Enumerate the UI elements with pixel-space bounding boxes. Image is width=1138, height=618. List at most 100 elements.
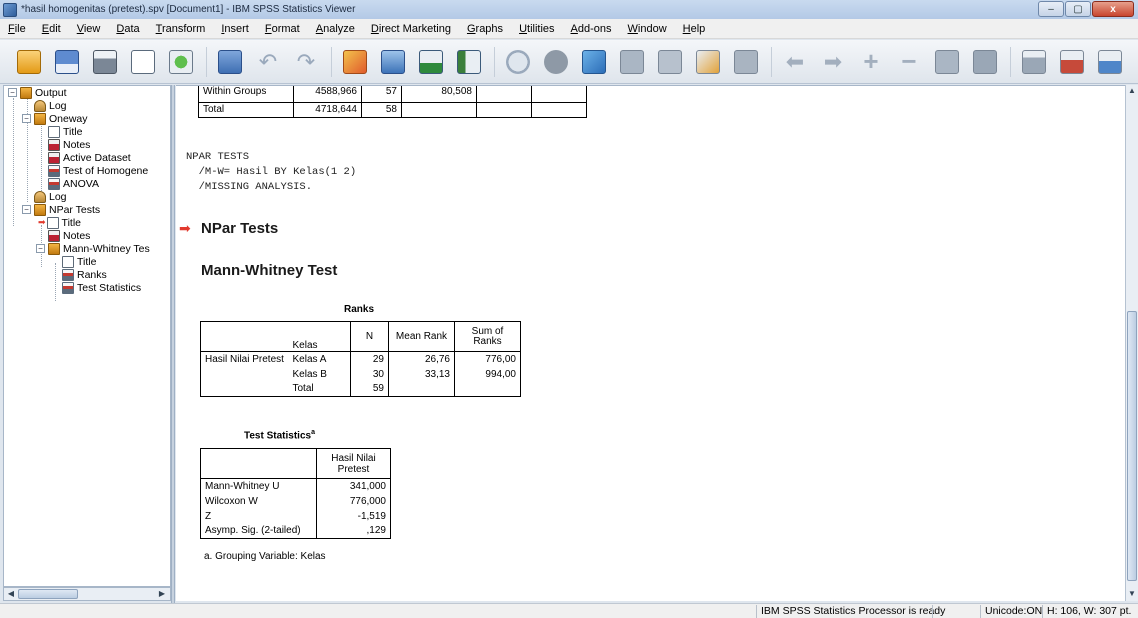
menu-format[interactable]: Format: [257, 23, 308, 35]
tree-item-output[interactable]: − Output: [8, 86, 67, 99]
menu-graphs[interactable]: Graphs: [459, 23, 511, 35]
dimensions-status: H: 106, W: 307 pt.: [1042, 605, 1138, 618]
insert-title-button[interactable]: [1057, 47, 1087, 77]
menu-help[interactable]: Help: [675, 23, 714, 35]
toolbar-separator: [331, 46, 332, 77]
filter-icon: [582, 49, 606, 74]
output-vertical-scrollbar[interactable]: ▲ ▼: [1125, 85, 1138, 601]
pie-button[interactable]: [541, 47, 571, 77]
redo-button[interactable]: ↷: [291, 47, 321, 77]
menu-utilities[interactable]: Utilities: [511, 23, 562, 35]
show-button[interactable]: [932, 47, 962, 77]
undo-icon: ↶: [258, 48, 278, 74]
insert-text-button[interactable]: [1095, 47, 1125, 77]
tree-item-ranks[interactable]: Ranks: [62, 268, 107, 281]
table-row: Mann-Whitney U 341,000: [200, 478, 391, 494]
table-header-row: Kelas N Mean Rank Sum of Ranks: [200, 321, 521, 352]
tree-item-test-statistics[interactable]: Test Statistics: [62, 281, 141, 294]
hide-button[interactable]: [970, 47, 1000, 77]
menu-analyze[interactable]: Analyze: [308, 23, 363, 35]
export-button[interactable]: [166, 47, 196, 77]
variables-button[interactable]: [454, 47, 484, 77]
insert-heading-button[interactable]: [1019, 47, 1049, 77]
tree-item-anova[interactable]: ANOVA: [48, 177, 99, 190]
ranks-table[interactable]: Kelas N Mean Rank Sum of Ranks Hasil Nil…: [200, 321, 521, 397]
menu-edit[interactable]: Edit: [34, 23, 69, 35]
designate-window-button[interactable]: [617, 47, 647, 77]
print-preview-button[interactable]: [128, 47, 158, 77]
forward-button[interactable]: ➡: [818, 47, 848, 77]
save-button[interactable]: [52, 47, 82, 77]
menu-direct-marketing[interactable]: Direct Marketing: [363, 23, 459, 35]
hide-icon: [973, 49, 997, 74]
menu-file[interactable]: File: [0, 23, 34, 35]
collapse-toggle[interactable]: −: [22, 114, 31, 123]
filter-button[interactable]: [579, 47, 609, 77]
test-statistics-table[interactable]: Hasil Nilai Pretest Mann-Whitney U 341,0…: [200, 448, 391, 539]
open-button[interactable]: [14, 47, 44, 77]
collapse-toggle[interactable]: −: [22, 205, 31, 214]
pane-splitter[interactable]: [171, 85, 175, 603]
tree-item-title[interactable]: Title: [62, 255, 96, 268]
tree-item-notes[interactable]: Notes: [48, 229, 90, 242]
restore-button[interactable]: ▢: [1065, 1, 1091, 17]
undo-button[interactable]: ↶: [253, 47, 283, 77]
minimize-button[interactable]: –: [1038, 1, 1064, 17]
header-line1: Hasil Nilai: [331, 452, 376, 464]
scroll-up-icon[interactable]: ▲: [1126, 85, 1138, 97]
cell-mean-square: 80,508: [401, 86, 477, 103]
tree-label: NPar Tests: [49, 203, 101, 216]
tree-item-notes[interactable]: Notes: [48, 138, 90, 151]
tree-item-active-dataset[interactable]: Active Dataset: [48, 151, 131, 164]
scroll-right-icon[interactable]: ▶: [156, 589, 168, 599]
menu-window[interactable]: Window: [620, 23, 675, 35]
header-sum-of-ranks-line1: Sum of: [471, 325, 504, 337]
menu-data[interactable]: Data: [108, 23, 147, 35]
scroll-thumb[interactable]: [1127, 311, 1137, 581]
tree-item-title[interactable]: Title: [48, 125, 82, 138]
insert-text-icon: [1098, 49, 1122, 74]
close-button[interactable]: x: [1092, 1, 1134, 17]
recall-dialog-button[interactable]: [215, 47, 245, 77]
scroll-down-icon[interactable]: ▼: [1126, 588, 1138, 600]
menu-transform[interactable]: Transform: [148, 23, 214, 35]
tree-item-mann-whitney[interactable]: − Mann-Whitney Tes: [36, 242, 150, 255]
autoscript-button[interactable]: [731, 47, 761, 77]
cell-kelas: Kelas A: [288, 351, 351, 367]
select-last-output-button[interactable]: [655, 47, 685, 77]
goto-case-button[interactable]: [378, 47, 408, 77]
variables-icon: [457, 49, 481, 74]
collapse-toggle[interactable]: −: [36, 244, 45, 253]
tree-label: Output: [35, 86, 67, 99]
goto-variable-button[interactable]: [416, 47, 446, 77]
outline-horizontal-scrollbar[interactable]: ◀ ▶: [3, 587, 171, 601]
scroll-thumb[interactable]: [18, 589, 78, 599]
tree-item-oneway[interactable]: − Oneway: [22, 112, 88, 125]
chart-button[interactable]: [503, 47, 533, 77]
scroll-left-icon[interactable]: ◀: [5, 589, 17, 599]
book-icon: [34, 112, 46, 125]
print-button[interactable]: [90, 47, 120, 77]
table-header-row: Hasil Nilai Pretest: [200, 448, 391, 479]
tree-item-npar-tests[interactable]: − NPar Tests: [22, 203, 100, 216]
collapse-button[interactable]: −: [894, 46, 924, 77]
menu-add-ons[interactable]: Add-ons: [563, 23, 620, 35]
menu-insert[interactable]: Insert: [213, 23, 257, 35]
anova-table[interactable]: Within Groups 4588,966 57 80,508 Total 4…: [198, 86, 587, 118]
expand-button[interactable]: +: [856, 46, 886, 77]
header-kelas: Kelas: [288, 321, 351, 352]
tree-item-test-of-homogeneity[interactable]: Test of Homogene: [48, 164, 148, 177]
syntax-line: /M-W= Hasil BY Kelas(1 2): [186, 166, 357, 178]
notes-icon: [48, 151, 60, 164]
collapse-toggle[interactable]: −: [8, 88, 17, 97]
tree-item-log[interactable]: Log: [34, 190, 67, 203]
goto-data-button[interactable]: [340, 47, 370, 77]
tree-item-log[interactable]: Log: [34, 99, 67, 112]
tree-item-title[interactable]: ➡ Title: [38, 216, 81, 229]
tree-label: Notes: [63, 229, 91, 242]
menu-view[interactable]: View: [69, 23, 109, 35]
row-label: [200, 381, 289, 397]
back-button[interactable]: ⬅: [780, 47, 810, 77]
table-icon: [48, 177, 60, 190]
create-edit-button[interactable]: [693, 47, 723, 77]
